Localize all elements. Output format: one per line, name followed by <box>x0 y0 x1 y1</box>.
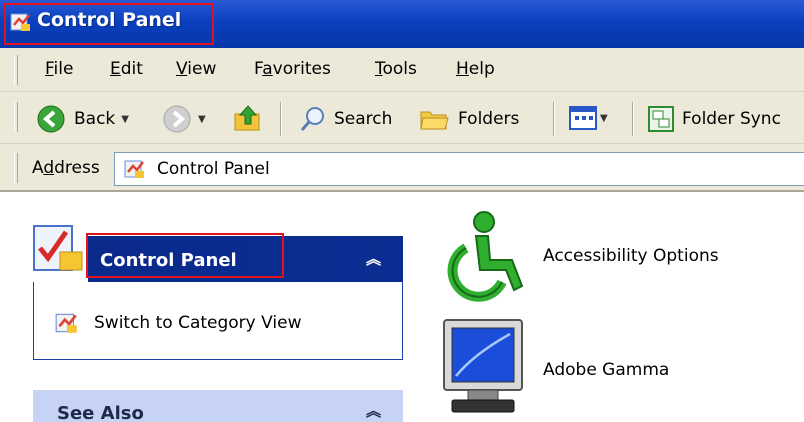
search-icon <box>300 107 324 131</box>
menu-grip[interactable] <box>14 55 18 85</box>
folders-icon <box>420 111 449 130</box>
menu-file[interactable]: File <box>45 59 73 79</box>
switch-category-view-link[interactable]: Switch to Category View <box>54 310 301 336</box>
see-also-title: See Also <box>57 403 144 422</box>
up-folder-icon[interactable] <box>232 102 264 134</box>
address-value: Control Panel <box>157 159 270 179</box>
search-label: Search <box>334 109 393 129</box>
toolbar-separator <box>632 102 634 136</box>
adobe-gamma-label[interactable]: Adobe Gamma <box>543 360 669 380</box>
menu-favorites[interactable]: Favorites <box>254 59 331 79</box>
switch-category-view-label: Switch to Category View <box>94 313 302 333</box>
address-bar: Address Control Panel <box>0 144 804 192</box>
highlight-box-pane <box>86 233 284 278</box>
control-panel-icon <box>124 160 144 178</box>
back-button[interactable]: Back ▼ <box>36 104 129 134</box>
toolbar-separator <box>553 102 555 136</box>
back-label: Back <box>74 109 116 129</box>
folder-sync-icon <box>648 106 674 132</box>
toolbar-separator <box>280 102 282 136</box>
toolbar: Back ▼ ▼ Search Folders ▼ Folder Sync <box>0 92 804 144</box>
back-dropdown-icon[interactable]: ▼ <box>121 114 129 125</box>
collapse-chevron-icon[interactable]: ︽ <box>366 248 381 269</box>
folders-label: Folders <box>458 109 520 129</box>
forward-arrow-icon <box>163 105 191 133</box>
menu-view[interactable]: View <box>176 59 216 79</box>
highlight-box-title <box>4 3 214 45</box>
toolbar-grip[interactable] <box>14 102 18 132</box>
address-label: Address <box>32 158 100 178</box>
folder-sync-label: Folder Sync <box>682 109 781 129</box>
monitor-icon[interactable] <box>434 318 530 418</box>
accessibility-icon[interactable] <box>436 208 532 304</box>
control-panel-icon <box>55 313 77 333</box>
folder-sync-button[interactable]: Folder Sync <box>646 104 781 134</box>
views-dropdown-icon[interactable]: ▼ <box>600 113 608 124</box>
menu-help[interactable]: Help <box>456 59 495 79</box>
forward-dropdown-icon[interactable]: ▼ <box>198 114 206 125</box>
menu-edit[interactable]: Edit <box>110 59 143 79</box>
back-arrow-icon <box>37 105 65 133</box>
views-icon <box>569 106 597 130</box>
accessibility-options-label[interactable]: Accessibility Options <box>543 246 719 266</box>
forward-button[interactable]: ▼ <box>162 104 206 134</box>
collapse-chevron-icon[interactable]: ︽ <box>366 400 381 421</box>
control-panel-icon <box>33 225 83 271</box>
search-button[interactable]: Search <box>298 104 392 134</box>
views-button[interactable]: ▼ <box>568 104 608 132</box>
folders-button[interactable]: Folders <box>418 104 519 134</box>
address-grip[interactable] <box>14 153 18 183</box>
menu-bar: File Edit View Favorites Tools Help <box>0 48 804 92</box>
menu-tools[interactable]: Tools <box>375 59 417 79</box>
address-input[interactable]: Control Panel <box>114 152 804 186</box>
